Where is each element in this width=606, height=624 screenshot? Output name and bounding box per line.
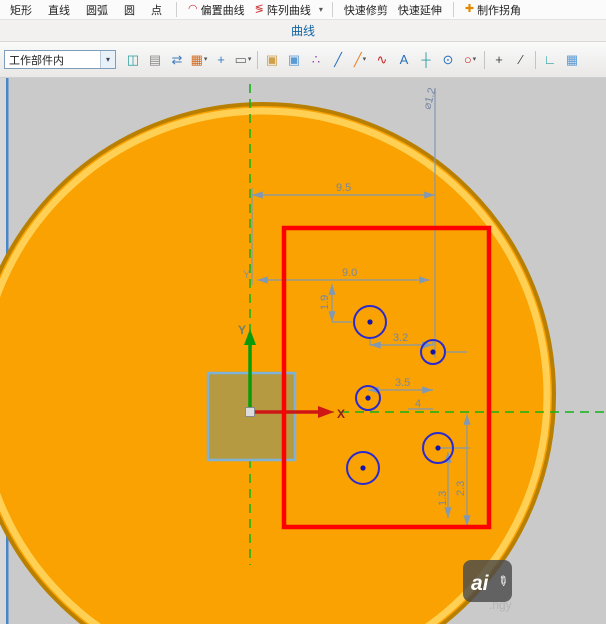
toolbar-separator <box>452 2 454 17</box>
dim-label-1-3: 1.3 <box>437 491 449 506</box>
pattern-curve-button[interactable]: ≶ 阵列曲线 <box>255 2 311 18</box>
quick-trim-label: 快速修剪 <box>343 4 388 17</box>
wireframe-cube-icon[interactable]: ▣ <box>284 49 304 71</box>
pan-icon: + <box>217 52 225 67</box>
chevron-down-icon[interactable]: ▾ <box>100 51 115 68</box>
chevron-down-icon[interactable]: ▾ <box>319 5 323 14</box>
toolbar-separator <box>257 50 258 69</box>
scope-dropdown[interactable]: 工作部件内 ▾ <box>4 50 116 69</box>
hole-center[interactable] <box>430 349 436 355</box>
ribbon-group-row: 曲线 <box>0 20 606 42</box>
grid-icon: ▦ <box>565 52 579 67</box>
make-corner-button[interactable]: ✚ 制作拐角 <box>465 2 521 18</box>
marquee-select-icon: ▭ <box>234 52 247 67</box>
offset-curve-button[interactable]: ◠ 偏置曲线 <box>188 2 245 18</box>
toolbar-separator <box>331 2 333 17</box>
studio-spline-icon: ∿ <box>376 52 388 67</box>
y-axis-label: Y <box>238 323 246 337</box>
shaded-cube-icon: ▣ <box>265 52 279 67</box>
text-select-icon[interactable]: A <box>394 49 414 71</box>
view-orient-icon: ◫ <box>126 52 140 67</box>
quick-trim-button[interactable]: 快速修剪 <box>344 2 388 18</box>
quick-extend-label: 快速延伸 <box>397 4 442 17</box>
hole-center[interactable] <box>435 445 441 451</box>
plus-icon[interactable]: + <box>489 49 509 71</box>
toolbar-separator <box>176 2 177 17</box>
make-corner-icon: ✚ <box>464 3 475 15</box>
pattern-curve-icon: ≶ <box>254 3 264 15</box>
line-icon[interactable]: ╱ <box>328 49 348 71</box>
chevron-down-icon[interactable]: ▾ <box>473 56 477 63</box>
snap-grid-icon: ▦ <box>190 52 203 67</box>
shaded-cube-icon[interactable]: ▣ <box>262 49 282 71</box>
line-icon: ╱ <box>334 52 342 67</box>
offset-curve-icon: ◠ <box>188 3 198 15</box>
profile-line-icon[interactable]: ╱ ▾ <box>350 49 370 71</box>
snap-cross-icon: ┼ <box>421 52 431 67</box>
wcs-icon: ∟ <box>543 52 557 67</box>
sketch-viewport[interactable]: 9.5 9.0 1.9 3.2 3.5 4 2.3 1.3 ⌀1.2 X Y Y… <box>0 78 606 624</box>
origin-handle[interactable] <box>245 407 255 417</box>
menu-circle[interactable]: 圆 <box>124 2 135 18</box>
point-cloud-icon: ∴ <box>311 52 321 67</box>
selection-toolbar: 工作部件内 ▾ ◫ ▤ ⇄ ▦ ▾ + ▭ ▾ ▣ ▣ ∴ ╱ ╱ ▾ ∿ A ┼ ⊙ ○ ▾ + ∕ ∟ ▦ <box>0 42 606 78</box>
snap-cross-icon[interactable]: ┼ <box>416 49 436 71</box>
slash-icon[interactable]: ∕ <box>511 49 531 71</box>
circle-icon[interactable]: ○ ▾ <box>460 49 480 71</box>
point-cloud-icon[interactable]: ∴ <box>306 49 326 71</box>
display-mode-icon[interactable]: ▤ <box>145 49 165 71</box>
toolbar-separator <box>484 50 485 69</box>
x-axis-label: X <box>337 407 345 421</box>
toolbar-icons: ◫ ▤ ⇄ ▦ ▾ + ▭ ▾ ▣ ▣ ∴ ╱ ╱ ▾ ∿ A ┼ ⊙ ○ ▾ + ∕ ∟ ▦ <box>122 49 583 71</box>
wcs-icon[interactable]: ∟ <box>540 49 560 71</box>
cad-window: 矩形 直线 圆弧 圆 点 ◠ 偏置曲线 ≶ 阵列曲线 ▾ 快速修剪 快速延伸 ✚… <box>0 0 606 624</box>
make-corner-label: 制作拐角 <box>477 4 522 17</box>
marquee-select-icon[interactable]: ▭ ▾ <box>233 49 253 71</box>
slash-icon: ∕ <box>519 52 523 67</box>
circle-center-icon[interactable]: ⊙ <box>438 49 458 71</box>
sketch-toolbar-row: 矩形 直线 圆弧 圆 点 ◠ 偏置曲线 ≶ 阵列曲线 ▾ 快速修剪 快速延伸 ✚… <box>0 0 606 20</box>
toolbar-separator <box>535 50 536 69</box>
profile-line-icon: ╱ <box>353 52 362 67</box>
dim-label-9-0: 9.0 <box>342 267 357 279</box>
chevron-down-icon[interactable]: ▾ <box>248 56 252 63</box>
plus-icon: + <box>495 52 503 67</box>
dim-label-2-3: 2.3 <box>455 481 467 496</box>
pattern-curve-label: 阵列曲线 <box>266 4 311 17</box>
hole-center[interactable] <box>360 465 366 471</box>
studio-spline-icon[interactable]: ∿ <box>372 49 392 71</box>
dim-label-3-5: 3.5 <box>395 377 410 389</box>
menu-line[interactable]: 直线 <box>48 2 70 18</box>
menu-arc[interactable]: 圆弧 <box>86 2 108 18</box>
dim-label-9-5: 9.5 <box>336 182 351 194</box>
text-select-icon: A <box>399 52 409 67</box>
dim-label-3-2: 3.2 <box>393 332 408 344</box>
circle-center-icon: ⊙ <box>442 52 454 67</box>
offset-curve-label: 偏置曲线 <box>200 4 245 17</box>
hole-center[interactable] <box>367 319 373 325</box>
circle-icon: ○ <box>463 52 472 67</box>
display-mode-icon: ▤ <box>148 52 162 67</box>
dim-label-1-9: 1.9 <box>319 295 331 310</box>
graphics-window[interactable]: 9.5 9.0 1.9 3.2 3.5 4 2.3 1.3 ⌀1.2 X Y Y… <box>0 78 606 624</box>
scope-dropdown-value: 工作部件内 <box>9 54 64 67</box>
dim-label-4: 4 <box>415 398 421 410</box>
snap-grid-icon[interactable]: ▦ ▾ <box>189 49 209 71</box>
quick-extend-button[interactable]: 快速延伸 <box>398 2 442 18</box>
wireframe-cube-icon: ▣ <box>287 52 301 67</box>
curve-group-label: 曲线 <box>290 24 315 38</box>
menu-rectangle[interactable]: 矩形 <box>10 2 32 18</box>
pan-icon[interactable]: + <box>211 49 231 71</box>
watermark-logo: ai <box>471 572 490 595</box>
swap-view-icon: ⇄ <box>171 52 183 67</box>
watermark-text: .ngy <box>489 598 512 612</box>
swap-view-icon[interactable]: ⇄ <box>167 49 187 71</box>
view-orient-icon[interactable]: ◫ <box>123 49 143 71</box>
hole-center[interactable] <box>365 395 371 401</box>
menu-point[interactable]: 点 <box>151 2 162 18</box>
chevron-down-icon[interactable]: ▾ <box>204 56 208 63</box>
chevron-down-icon[interactable]: ▾ <box>363 56 367 63</box>
grid-icon[interactable]: ▦ <box>562 49 582 71</box>
y-extension-label: Y <box>243 269 251 281</box>
